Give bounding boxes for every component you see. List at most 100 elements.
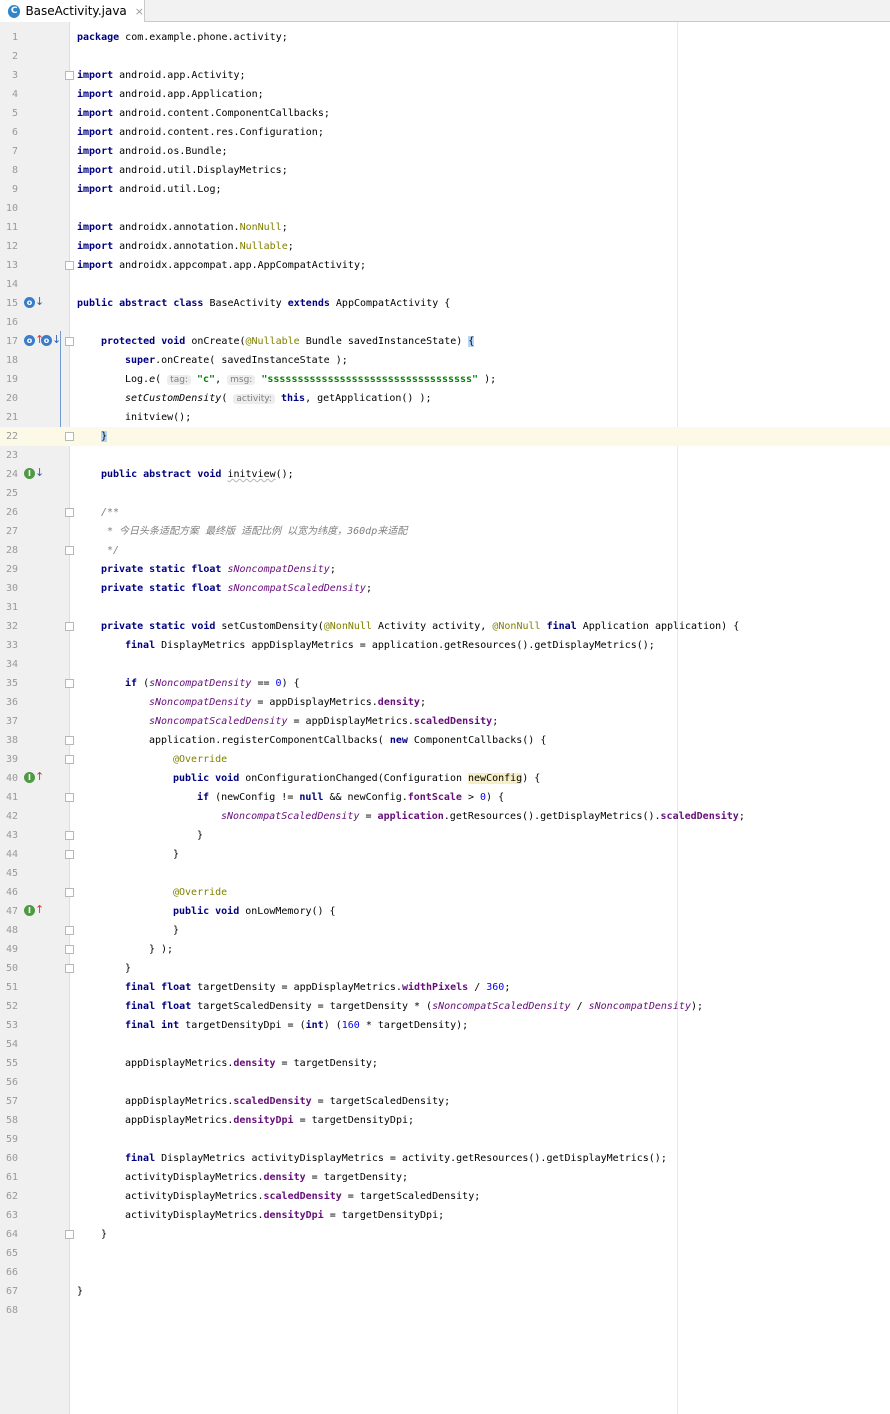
fold-marker-icon[interactable] — [65, 546, 74, 555]
code-line[interactable]: 47 I ↑ public void onLowMemory() { — [0, 902, 890, 921]
tab-baseactivity-java[interactable]: C BaseActivity.java × — [0, 0, 145, 22]
code-line[interactable]: 21 initview(); — [0, 408, 890, 427]
fold-marker-icon[interactable] — [65, 945, 74, 954]
code-line[interactable]: 57 appDisplayMetrics.scaledDensity = targ… — [0, 1092, 890, 1111]
code-line[interactable]: 29 private static float sNoncompatDensity… — [0, 560, 890, 579]
code-line[interactable]: 28 */ — [0, 541, 890, 560]
implements-gutter-icon[interactable]: I — [24, 468, 35, 479]
code-line[interactable]: 18 super.onCreate( savedInstanceState ); — [0, 351, 890, 370]
code-line[interactable]: 24 I ↓ public abstract void initview(); — [0, 465, 890, 484]
code-line[interactable]: 14 — [0, 275, 890, 294]
code-line[interactable]: 35 if (sNoncompatDensity == 0) { — [0, 674, 890, 693]
code-line[interactable]: 4 import android.app.Application; — [0, 85, 890, 104]
code-line[interactable]: 10 — [0, 199, 890, 218]
close-tab-icon[interactable]: × — [135, 5, 144, 18]
fold-marker-icon[interactable] — [65, 261, 74, 270]
code-line[interactable]: 62 activityDisplayMetrics.scaledDensity =… — [0, 1187, 890, 1206]
code-line[interactable]: 55 appDisplayMetrics.density = targetDens… — [0, 1054, 890, 1073]
code-line[interactable]: 54 — [0, 1035, 890, 1054]
code-line[interactable]: 19 Log.e( tag: "c", msg: "sssssssssssssss… — [0, 370, 890, 389]
code-line[interactable]: 49} ); — [0, 940, 890, 959]
code-line[interactable]: 50} — [0, 959, 890, 978]
code-line[interactable]: 32 private static void setCustomDensity(@… — [0, 617, 890, 636]
code-line[interactable]: 27 * 今日头条适配方案 最终版 适配比例 以宽为纬度，360dp来适配 — [0, 522, 890, 541]
fold-marker-icon[interactable] — [65, 1230, 74, 1239]
code-line[interactable]: 48} — [0, 921, 890, 940]
fold-marker-icon[interactable] — [65, 831, 74, 840]
fold-marker-icon[interactable] — [65, 793, 74, 802]
code-line[interactable]: 46 @Override — [0, 883, 890, 902]
overrides-gutter-icon[interactable]: o — [24, 335, 35, 346]
code-line[interactable]: 66 — [0, 1263, 890, 1282]
code-line[interactable]: 39 @Override — [0, 750, 890, 769]
code-line[interactable]: 5 import android.content.ComponentCallbac… — [0, 104, 890, 123]
code-line[interactable]: 25 — [0, 484, 890, 503]
code-line[interactable]: 40 I ↑ public void onConfigurationChanged(C… — [0, 769, 890, 788]
code-line[interactable]: 9 import android.util.Log; — [0, 180, 890, 199]
code-line[interactable]: 42 sNoncompatScaledDensity = application.… — [0, 807, 890, 826]
fold-marker-icon[interactable] — [65, 432, 74, 441]
code-line[interactable]: 63 activityDisplayMetrics.densityDpi = ta… — [0, 1206, 890, 1225]
code-line[interactable]: 61 activityDisplayMetrics.density = targe… — [0, 1168, 890, 1187]
code-line[interactable]: 52 final float targetScaledDensity = targ… — [0, 997, 890, 1016]
code-line[interactable]: 64} — [0, 1225, 890, 1244]
code-line[interactable]: 23 — [0, 446, 890, 465]
code-line[interactable]: 58 appDisplayMetrics.densityDpi = targetD… — [0, 1111, 890, 1130]
fold-marker-icon[interactable] — [65, 888, 74, 897]
fold-marker-icon[interactable] — [65, 926, 74, 935]
code-line[interactable]: 56 — [0, 1073, 890, 1092]
fold-marker-icon[interactable] — [65, 71, 74, 80]
code-line[interactable]: 44} — [0, 845, 890, 864]
code-line[interactable]: 59 — [0, 1130, 890, 1149]
code-line[interactable]: 43} — [0, 826, 890, 845]
code-line[interactable]: 45 — [0, 864, 890, 883]
code-line[interactable]: 65 — [0, 1244, 890, 1263]
fold-marker-icon[interactable] — [65, 679, 74, 688]
fold-marker-icon[interactable] — [65, 755, 74, 764]
code-line[interactable]: 34 — [0, 655, 890, 674]
code-line[interactable]: 36 sNoncompatDensity = appDisplayMetrics.… — [0, 693, 890, 712]
code-line[interactable]: 60 final DisplayMetrics activityDisplayMe… — [0, 1149, 890, 1168]
code-token: com.example.phone.activity; — [119, 32, 288, 43]
code-line[interactable]: 15 o ↓ public abstract class BaseActivity e… — [0, 294, 890, 313]
code-line[interactable]: 67} — [0, 1282, 890, 1301]
fold-marker-icon[interactable] — [65, 508, 74, 517]
code-line[interactable]: 30 private static float sNoncompatScaledD… — [0, 579, 890, 598]
code-line[interactable]: 3 import android.app.Activity; — [0, 66, 890, 85]
code-token: appDisplayMetrics. — [125, 1058, 234, 1069]
fold-marker-icon[interactable] — [65, 850, 74, 859]
code-line[interactable]: 26 /** — [0, 503, 890, 522]
fold-marker-icon[interactable] — [65, 622, 74, 631]
implements-gutter-icon[interactable]: I — [24, 772, 35, 783]
code-line[interactable]: 7 import android.os.Bundle; — [0, 142, 890, 161]
code-line[interactable]: 13 import androidx.appcompat.app.AppCompa… — [0, 256, 890, 275]
code-line[interactable]: 17 o ↑ o ↓ protected void onCreate(@Nullable … — [0, 332, 890, 351]
code-line[interactable]: 33 final DisplayMetrics appDisplayMetrics… — [0, 636, 890, 655]
code-line[interactable]: 38 application.registerComponentCallbacks… — [0, 731, 890, 750]
parameter-hint: activity: — [233, 394, 275, 404]
code-line[interactable]: 2 — [0, 47, 890, 66]
code-line[interactable]: 68 — [0, 1301, 890, 1320]
fold-marker-icon[interactable] — [65, 736, 74, 745]
line-number: 62 — [5, 1191, 18, 1202]
fold-marker-icon[interactable] — [65, 337, 74, 346]
code-line[interactable]: 11 import androidx.annotation.NonNull; — [0, 218, 890, 237]
implements-gutter-icon[interactable]: I — [24, 905, 35, 916]
code-line[interactable]: 37 sNoncompatScaledDensity = appDisplayMe… — [0, 712, 890, 731]
fold-marker-icon[interactable] — [65, 964, 74, 973]
overrides-gutter-icon[interactable]: o — [24, 297, 35, 308]
code-line[interactable]: 6 import android.content.res.Configuratio… — [0, 123, 890, 142]
code-editor[interactable]: 1 package com.example.phone.activity; 2 3 im… — [0, 28, 890, 1320]
code-token: androidx.annotation. — [113, 222, 240, 233]
code-line[interactable]: 8 import android.util.DisplayMetrics; — [0, 161, 890, 180]
code-line[interactable]: 41 if (newConfig != null && newConfig.fon… — [0, 788, 890, 807]
code-line[interactable]: 53 final int targetDensityDpi = (int) (16… — [0, 1016, 890, 1035]
code-line[interactable]: 51 final float targetDensity = appDisplay… — [0, 978, 890, 997]
code-line[interactable]: 1 package com.example.phone.activity; — [0, 28, 890, 47]
code-line[interactable]: 16 — [0, 313, 890, 332]
overrides-gutter-icon[interactable]: o — [41, 335, 52, 346]
code-line[interactable]: 22} — [0, 427, 890, 446]
code-line[interactable]: 12 import androidx.annotation.Nullable; — [0, 237, 890, 256]
code-line[interactable]: 31 — [0, 598, 890, 617]
code-line[interactable]: 20 setCustomDensity( activity: this, getA… — [0, 389, 890, 408]
